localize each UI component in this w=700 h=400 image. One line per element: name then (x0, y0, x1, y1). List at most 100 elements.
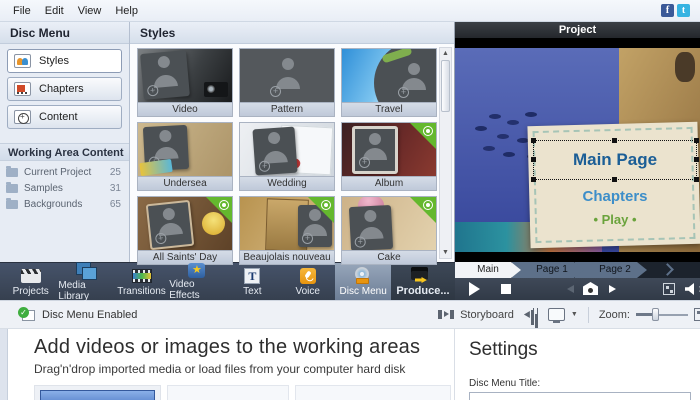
chevron-down-icon[interactable]: ▼ (571, 311, 578, 318)
style-item-cake[interactable]: + Cake (341, 196, 437, 265)
style-item-all-saints-day[interactable]: + All Saints' Day (137, 196, 233, 265)
storyboard-icon[interactable] (438, 310, 454, 319)
style-item-travel[interactable]: + Travel (341, 48, 437, 117)
selection-handle[interactable] (694, 138, 699, 143)
sidebar-item-styles[interactable]: Styles (7, 49, 122, 73)
selection-handle[interactable] (531, 177, 536, 182)
tab-page-1[interactable]: Page 1 (512, 262, 584, 278)
toolbar-item-produce[interactable]: Produce... (390, 263, 455, 300)
style-thumbnail[interactable]: + (239, 196, 335, 251)
title-selection-box[interactable]: Main Page (531, 138, 699, 182)
list-item-samples[interactable]: Samples 31 (0, 180, 129, 196)
toolbar-label: Projects (12, 285, 49, 297)
style-item-beaujolais-nouveau[interactable]: + Beaujolais nouveau (239, 196, 335, 265)
toolbar-item-voice[interactable]: Voice (280, 263, 335, 300)
menu-chapters-text[interactable]: Chapters (533, 188, 697, 205)
tab-main[interactable]: Main (455, 262, 521, 278)
menu-title-text[interactable]: Main Page (573, 150, 657, 170)
play-button[interactable] (469, 282, 480, 296)
disc-menu-title-input[interactable] (469, 392, 691, 400)
selection-handle[interactable] (531, 157, 536, 162)
sidebar-item-content[interactable]: Content (7, 105, 122, 129)
item-count: 25 (109, 166, 121, 178)
toolbar-item-transitions[interactable]: Transitions (114, 263, 169, 300)
next-page-button[interactable] (609, 285, 616, 293)
disc-menu-enabled-text: Disc Menu Enabled (42, 308, 138, 321)
style-thumbnail[interactable]: + (137, 122, 233, 177)
audio-mixer-icon[interactable] (524, 308, 539, 321)
toolbar-item-text[interactable]: Text (225, 263, 280, 300)
style-item-album[interactable]: + Album (341, 122, 437, 191)
sidebar-item-label: Content (39, 111, 78, 123)
list-item-label: Backgrounds (24, 198, 83, 210)
working-area-drop-zone[interactable]: Add videos or images to the working area… (8, 329, 454, 400)
photo-placeholder: + (145, 199, 195, 250)
storyboard-label[interactable]: Storyboard (460, 309, 514, 321)
style-item-undersea[interactable]: + Undersea (137, 122, 233, 191)
style-item-video[interactable]: + Video (137, 48, 233, 117)
style-thumbnail[interactable]: + (239, 48, 335, 103)
main-menu-button[interactable] (583, 282, 598, 295)
toolbar-item-media-library[interactable]: Media Library (58, 261, 113, 302)
styles-scrollbar[interactable]: ▲ ▼ (439, 47, 452, 259)
style-item-pattern[interactable]: + Pattern (239, 48, 335, 117)
style-thumbnail[interactable]: + (239, 122, 335, 177)
list-item-current-project[interactable]: Current Project 25 (0, 164, 129, 180)
selection-handle[interactable] (694, 157, 699, 162)
toolbar-item-disc-menu[interactable]: Disc Menu (335, 263, 391, 300)
scroll-up-icon[interactable]: ▲ (440, 48, 451, 59)
menu-play-text[interactable]: • Play • (533, 212, 697, 227)
drop-slot-empty[interactable] (167, 385, 289, 400)
style-label: Travel (341, 103, 437, 117)
menu-edit[interactable]: Edit (38, 3, 71, 19)
sidebar-item-chapters[interactable]: Chapters (7, 77, 122, 101)
scroll-down-icon[interactable]: ▼ (440, 247, 451, 258)
selection-handle[interactable] (694, 177, 699, 182)
style-thumbnail[interactable]: + (137, 196, 233, 251)
add-photo-icon: + (258, 160, 271, 173)
fullscreen-icon[interactable] (663, 283, 675, 295)
style-thumbnail[interactable]: + (341, 122, 437, 177)
drop-slot-filled[interactable] (34, 385, 161, 400)
drop-slot-empty[interactable] (295, 385, 451, 400)
facebook-icon[interactable]: f (661, 4, 674, 17)
status-bar-right: Storyboard ▼ Zoom: (438, 306, 700, 323)
photo-placeholder: + (348, 204, 394, 250)
media-thumbnail[interactable] (40, 390, 155, 400)
toolbar-item-video-effects[interactable]: Video Effects (169, 262, 224, 301)
previous-page-button[interactable] (567, 285, 574, 293)
menu-help[interactable]: Help (108, 3, 145, 19)
volume-icon[interactable] (685, 283, 694, 295)
list-item-backgrounds[interactable]: Backgrounds 65 (0, 196, 129, 212)
menu-file[interactable]: File (6, 3, 38, 19)
twitter-icon[interactable]: t (677, 4, 690, 17)
toolbar-item-projects[interactable]: Projects (3, 263, 58, 300)
display-mode-icon[interactable] (547, 308, 565, 323)
add-photo-icon: + (146, 84, 159, 97)
zoom-slider-thumb[interactable] (652, 308, 659, 321)
tab-page-2[interactable]: Page 2 (575, 262, 647, 278)
collapsed-panel-edge[interactable] (0, 329, 8, 400)
menu-view[interactable]: View (71, 3, 109, 19)
selection-handle[interactable] (612, 138, 617, 143)
style-item-wedding[interactable]: + Wedding (239, 122, 335, 191)
scrollbar-thumb[interactable] (441, 60, 450, 112)
fit-to-screen-icon[interactable] (694, 308, 700, 321)
style-thumbnail[interactable]: + (341, 196, 437, 251)
divider (587, 306, 589, 323)
chapters-icon (14, 82, 31, 96)
toolbar-label: Media Library (58, 279, 89, 302)
selection-handle[interactable] (531, 138, 536, 143)
produce-icon (410, 267, 435, 283)
zoom-slider[interactable] (636, 308, 688, 321)
style-thumbnail[interactable]: + (137, 48, 233, 103)
stop-button[interactable] (501, 284, 511, 294)
selection-handle[interactable] (612, 177, 617, 182)
drop-zone-subheading: Drag'n'drop imported media or load files… (34, 362, 406, 376)
social-links: f t (661, 4, 694, 17)
toolbar-label: Produce... (396, 285, 450, 297)
photo-placeholder: + (394, 59, 434, 101)
styles-panel-title: Styles (130, 22, 454, 44)
style-label: Pattern (239, 103, 335, 117)
style-thumbnail[interactable]: + (341, 48, 437, 103)
